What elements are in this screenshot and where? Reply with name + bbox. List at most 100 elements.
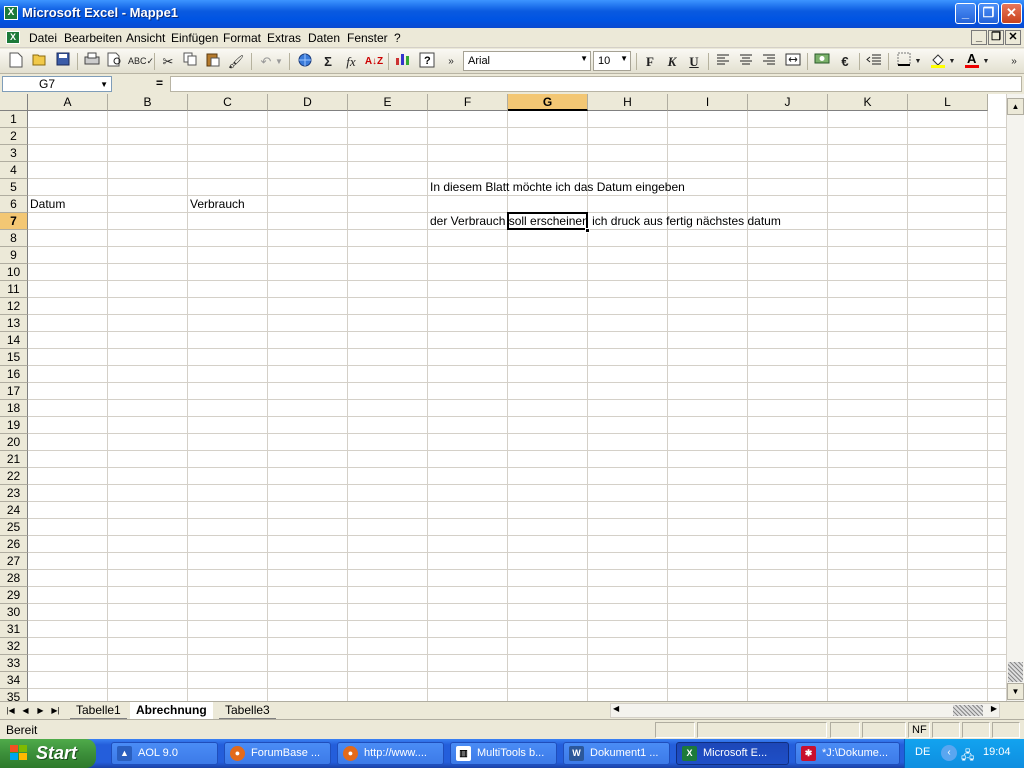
- menu-extras[interactable]: Extras: [267, 31, 301, 45]
- last-sheet-icon[interactable]: ▶|: [49, 704, 62, 717]
- column-header-A[interactable]: A: [28, 94, 108, 111]
- task-dokument1[interactable]: W Dokument1 ...: [563, 742, 670, 765]
- row-header-17[interactable]: 17: [0, 383, 28, 400]
- help-icon[interactable]: ?: [417, 52, 437, 71]
- format-painter-icon[interactable]: 🖌: [226, 52, 246, 71]
- row-header-27[interactable]: 27: [0, 553, 28, 570]
- show-hidden-icons-icon[interactable]: ‹: [941, 745, 957, 761]
- column-header-D[interactable]: D: [268, 94, 348, 111]
- restore-button[interactable]: ❐: [978, 3, 999, 24]
- cell-F5[interactable]: In diesem Blatt möchte ich das Datum ein…: [428, 179, 685, 196]
- font-size-select[interactable]: 10 ▼: [593, 51, 631, 71]
- borders-icon[interactable]: [894, 52, 914, 71]
- row-header-16[interactable]: 16: [0, 366, 28, 383]
- print-preview-icon[interactable]: [105, 52, 125, 71]
- sheet-tab-abrechnung[interactable]: Abrechnung: [130, 702, 213, 719]
- row-header-1[interactable]: 1: [0, 111, 28, 128]
- next-sheet-icon[interactable]: ▶: [34, 704, 47, 717]
- more-buttons-icon[interactable]: »: [441, 52, 461, 71]
- more-buttons-icon[interactable]: »: [1006, 52, 1022, 71]
- row-header-31[interactable]: 31: [0, 621, 28, 638]
- row-header-5[interactable]: 5: [0, 179, 28, 196]
- row-header-30[interactable]: 30: [0, 604, 28, 621]
- align-center-icon[interactable]: [736, 52, 756, 71]
- sheet-tab-tabelle1[interactable]: Tabelle1: [70, 702, 127, 719]
- underline-button[interactable]: U: [684, 52, 704, 71]
- column-header-B[interactable]: B: [108, 94, 188, 111]
- menu-daten[interactable]: Daten: [308, 31, 340, 45]
- column-header-I[interactable]: I: [668, 94, 748, 111]
- first-sheet-icon[interactable]: |◀: [4, 704, 17, 717]
- row-header-12[interactable]: 12: [0, 298, 28, 315]
- excel-app-icon[interactable]: X: [4, 6, 18, 20]
- menu-ansicht[interactable]: Ansicht: [126, 31, 165, 45]
- autosum-icon[interactable]: Σ: [318, 52, 338, 71]
- fill-color-dropdown-icon[interactable]: ▼: [947, 52, 957, 71]
- name-box[interactable]: G7 ▼: [2, 76, 112, 92]
- row-header-34[interactable]: 34: [0, 672, 28, 689]
- borders-dropdown-icon[interactable]: ▼: [913, 52, 923, 71]
- prev-sheet-icon[interactable]: ◀: [19, 704, 32, 717]
- merge-center-icon[interactable]: [783, 52, 803, 71]
- row-header-28[interactable]: 28: [0, 570, 28, 587]
- row-header-33[interactable]: 33: [0, 655, 28, 672]
- column-header-G[interactable]: G: [508, 94, 588, 111]
- column-header-L[interactable]: L: [908, 94, 988, 111]
- spreadsheet-grid[interactable]: ABCDEFGHIJKL 1 2 3 4 5 6 7 8 9 10 11 12 13 14 15 16 17 18…: [0, 94, 1006, 701]
- row-header-10[interactable]: 10: [0, 264, 28, 281]
- column-header-J[interactable]: J: [748, 94, 828, 111]
- sort-ascending-icon[interactable]: A↓Z: [364, 52, 384, 71]
- font-color-dropdown-icon[interactable]: ▼: [981, 52, 991, 71]
- scroll-down-icon[interactable]: ▼: [1007, 683, 1024, 700]
- menu-einfuegen[interactable]: Einfügen: [171, 31, 218, 45]
- row-header-23[interactable]: 23: [0, 485, 28, 502]
- cut-icon[interactable]: ✂: [158, 52, 178, 71]
- euro-icon[interactable]: €: [835, 52, 855, 71]
- network-icon[interactable]: 🖧: [961, 746, 974, 767]
- menu-datei[interactable]: Datei: [29, 31, 57, 45]
- close-button[interactable]: ✕: [1001, 3, 1022, 24]
- open-icon[interactable]: [30, 52, 50, 71]
- menu-fenster[interactable]: Fenster: [347, 31, 388, 45]
- row-header-20[interactable]: 20: [0, 434, 28, 451]
- spellcheck-icon[interactable]: ABC✓: [128, 52, 154, 71]
- align-left-icon[interactable]: [713, 52, 733, 71]
- column-header-C[interactable]: C: [188, 94, 268, 111]
- start-button[interactable]: Start: [0, 739, 96, 768]
- font-name-select[interactable]: Arial ▼: [463, 51, 591, 71]
- row-header-9[interactable]: 9: [0, 247, 28, 264]
- row-header-13[interactable]: 13: [0, 315, 28, 332]
- scroll-right-icon[interactable]: ▶: [991, 704, 997, 713]
- decrease-indent-icon[interactable]: [864, 52, 884, 71]
- column-header-H[interactable]: H: [588, 94, 668, 111]
- select-all-corner[interactable]: [0, 94, 28, 111]
- row-header-8[interactable]: 8: [0, 230, 28, 247]
- row-header-18[interactable]: 18: [0, 400, 28, 417]
- bold-button[interactable]: F: [640, 52, 660, 71]
- row-header-6[interactable]: 6: [0, 196, 28, 213]
- scroll-thumb[interactable]: [953, 705, 983, 716]
- row-header-25[interactable]: 25: [0, 519, 28, 536]
- cell-C6[interactable]: Verbrauch: [188, 196, 245, 213]
- scroll-thumb[interactable]: [1008, 662, 1023, 682]
- cell-F7[interactable]: der Verbrauch soll erscheinen ich druck …: [428, 213, 781, 230]
- row-header-21[interactable]: 21: [0, 451, 28, 468]
- vertical-scrollbar[interactable]: ▲ ▼: [1006, 94, 1024, 701]
- column-header-K[interactable]: K: [828, 94, 908, 111]
- row-header-26[interactable]: 26: [0, 536, 28, 553]
- function-icon[interactable]: fx: [341, 52, 361, 71]
- horizontal-scrollbar[interactable]: ◀ ▶: [610, 703, 1000, 718]
- currency-icon[interactable]: [812, 52, 832, 71]
- sheet-tab-tabelle3[interactable]: Tabelle3: [219, 702, 276, 719]
- row-header-7[interactable]: 7: [0, 213, 28, 230]
- new-icon[interactable]: [6, 52, 26, 71]
- row-header-29[interactable]: 29: [0, 587, 28, 604]
- task-forumbase[interactable]: ● ForumBase ...: [224, 742, 331, 765]
- fill-color-icon[interactable]: [928, 52, 948, 71]
- row-header-35[interactable]: 35: [0, 689, 28, 701]
- scroll-left-icon[interactable]: ◀: [613, 704, 619, 713]
- title-bar[interactable]: X Microsoft Excel - Mappe1 _ ❐ ✕: [0, 0, 1024, 28]
- row-header-14[interactable]: 14: [0, 332, 28, 349]
- workbook-minimize-button[interactable]: _: [971, 30, 987, 45]
- task-http[interactable]: ● http://www....: [337, 742, 444, 765]
